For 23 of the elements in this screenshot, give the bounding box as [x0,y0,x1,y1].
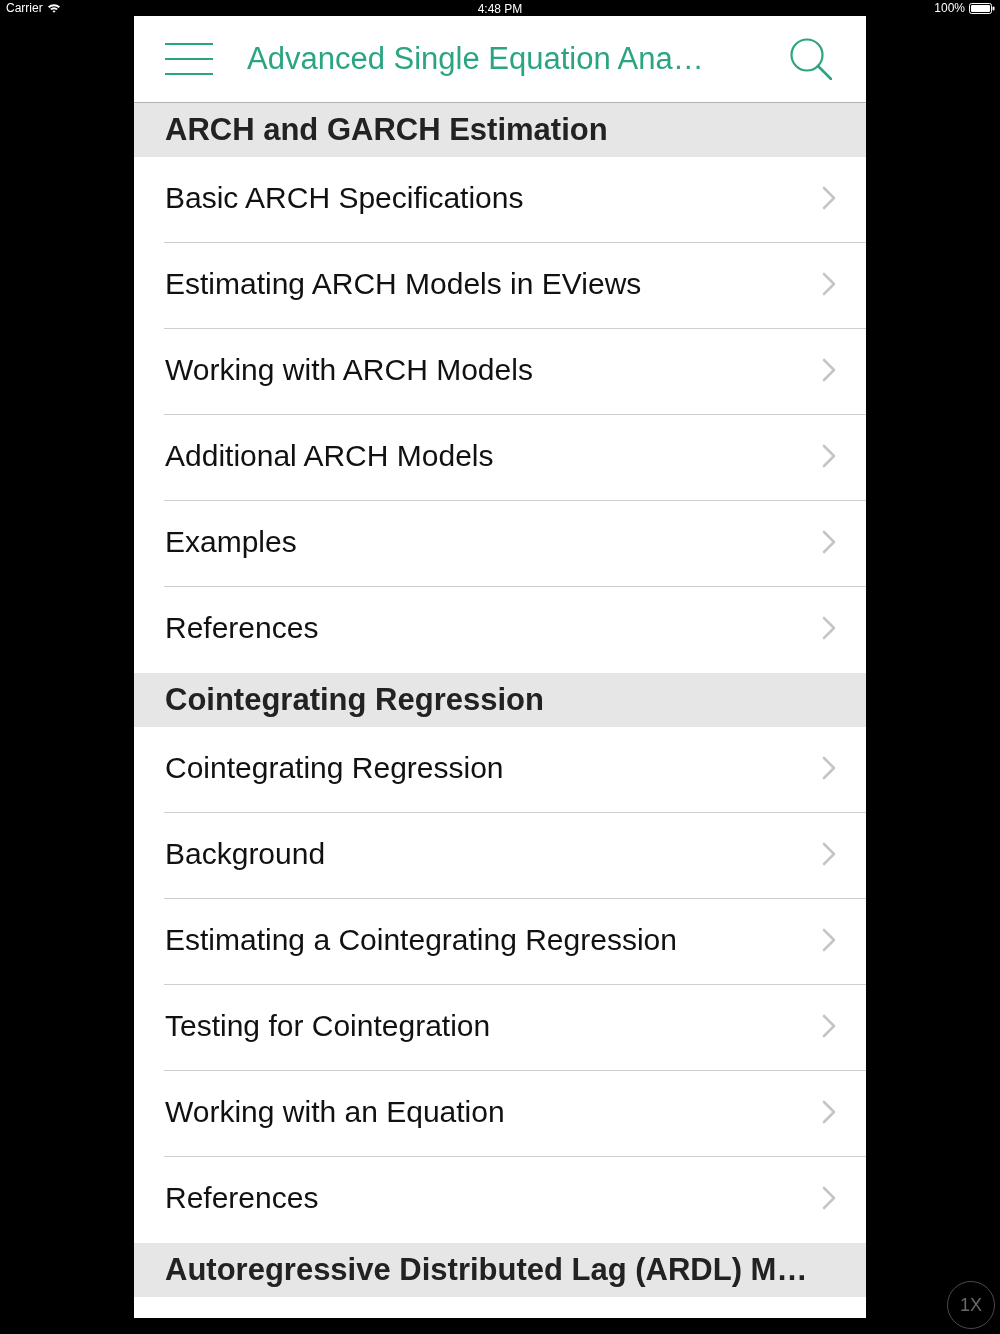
nav-title: Advanced Single Equation Ana… [247,41,705,77]
search-icon[interactable] [790,38,832,80]
chevron-icon [822,756,836,780]
chevron-icon [822,928,836,952]
section-header: Autoregressive Distributed Lag (ARDL) M… [134,1243,866,1297]
chevron-icon [822,1100,836,1124]
wifi-icon [46,3,61,13]
clock-time: 4:48 PM [477,2,523,16]
section-header: ARCH and GARCH Estimation [134,103,866,157]
menu-icon[interactable] [165,43,213,75]
chevron-icon [822,616,836,640]
chevron-icon [822,272,836,296]
chevron-icon [822,842,836,866]
chevron-icon [822,1014,836,1038]
chevron-icon [822,444,836,468]
battery-percent: 100% [934,1,965,15]
chevron-icon [822,1186,836,1210]
battery-icon [969,2,995,14]
chevron-icon [822,530,836,554]
chevron-icon [822,186,836,210]
carrier-label: Carrier [6,1,43,15]
section-header: Cointegrating Regression [134,673,866,727]
chevron-icon [822,358,836,382]
